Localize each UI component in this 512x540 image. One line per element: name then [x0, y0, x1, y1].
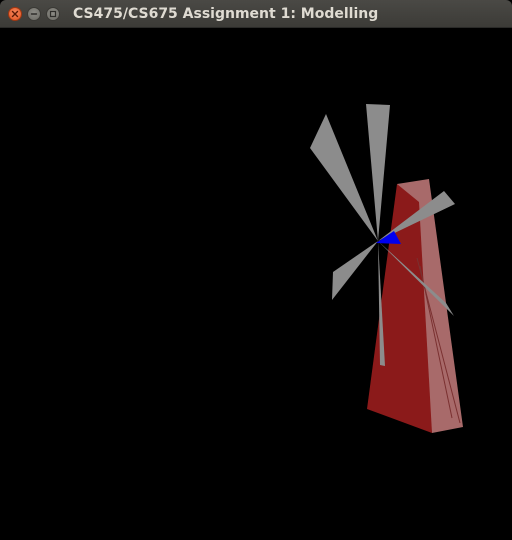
minimize-icon — [30, 13, 38, 15]
windmill-scene — [310, 104, 463, 433]
windmill-blade — [332, 241, 378, 300]
close-button[interactable] — [8, 7, 22, 21]
minimize-button[interactable] — [27, 7, 41, 21]
window-title: CS475/CS675 Assignment 1: Modelling — [73, 6, 379, 22]
close-icon — [11, 10, 19, 18]
windmill-blade — [366, 104, 390, 241]
windmill-blade — [310, 114, 378, 241]
maximize-icon — [49, 10, 57, 18]
title-bar[interactable]: CS475/CS675 Assignment 1: Modelling — [0, 0, 512, 28]
window-controls — [8, 7, 60, 21]
app-window: CS475/CS675 Assignment 1: Modelling — [0, 0, 512, 540]
maximize-button[interactable] — [46, 7, 60, 21]
opengl-viewport[interactable] — [0, 28, 512, 540]
